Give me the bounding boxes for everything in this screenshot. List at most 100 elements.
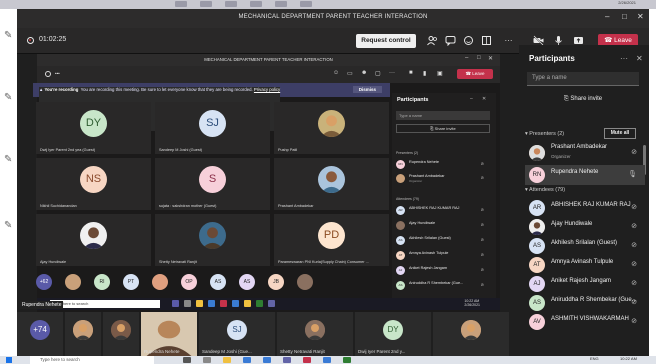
video-tile[interactable]: Shetty Netravati Ranjit [277, 312, 353, 356]
mic-icon: ⊘ [480, 267, 484, 272]
maximize-icon[interactable]: □ [622, 12, 627, 21]
teams-icon [268, 300, 275, 307]
video-tile[interactable]: SJ Sandeep M Joshi (Guest) [155, 102, 270, 154]
attendee-row[interactable]: AJ Aniket Rajesh Jangam ⊘ [525, 274, 645, 294]
attendee-row[interactable]: Ajay Hundiwale ⊘ [525, 217, 645, 237]
presenters-heading[interactable]: ▾ Presenters (2) [525, 131, 564, 137]
more-options-icon[interactable]: ··· [620, 54, 628, 63]
participant-row: AT Amnya Avinash Tulpule ⊘ [396, 250, 492, 262]
mic-icon: ⊘ [480, 207, 484, 212]
video-tile[interactable] [433, 312, 509, 356]
attendee-row[interactable]: AS Akhilesh Srilalan (Guest) ⊘ [525, 236, 645, 256]
mic-off-icon[interactable]: ⊘ [631, 279, 637, 287]
pen-icon: ✎ [4, 220, 13, 231]
pen-icon: ✎ [4, 92, 13, 103]
shared-date: 2/26/2021 [464, 303, 480, 307]
teams-icon[interactable] [283, 357, 291, 363]
attendee-row[interactable]: AV ASHMITH VISHWAKARMAH ⊘ [525, 312, 645, 332]
mic-off-icon[interactable]: ⊘ [631, 317, 637, 325]
participant-row: AJ Aniket Rajesh Jangam ⊘ [396, 265, 492, 277]
reactions-icon[interactable] [463, 35, 474, 46]
mic-off-icon[interactable]: ⊘ [631, 203, 637, 211]
video-tile[interactable]: DY Dwij Iyer Parent 2nd y... [355, 312, 431, 356]
participant-row: AR ABHISHEK RAJ KUMAR RAJ ⊘ [396, 205, 492, 217]
participant-avatar [396, 221, 405, 230]
video-tile[interactable]: SJ Sandeep M Joshi (Gue... [199, 312, 275, 356]
mic-off-icon[interactable]: ⊘ [631, 260, 637, 268]
app-icon[interactable] [343, 357, 351, 363]
video-tile[interactable]: Pushp Patil [274, 102, 389, 154]
rooms-icon[interactable] [481, 35, 492, 46]
mic-off-icon[interactable]: ⊘ [631, 148, 637, 156]
participant-name: Amnya Avinash Tulpule [409, 251, 449, 255]
taskbar-search-input[interactable]: Type here to search [30, 356, 154, 364]
request-control-button[interactable]: Request control [356, 34, 416, 48]
attendee-row[interactable]: AT Amnya Avinash Tulpule ⊘ [525, 255, 645, 275]
language-indicator[interactable]: ENG [590, 356, 599, 361]
minimize-icon[interactable]: – [605, 12, 609, 21]
app-icon[interactable] [323, 357, 331, 363]
video-tile[interactable]: Ssujata : sakshdran mother (Guest) [155, 158, 270, 210]
recording-icon [45, 71, 51, 77]
maximize-icon: □ [477, 55, 481, 61]
presenter-row[interactable]: Prashant Ambadekar Organizer ⊘ [525, 143, 645, 163]
windows-start-icon[interactable] [6, 357, 12, 363]
video-tile[interactable]: Ajay Hundiwale [36, 214, 151, 266]
mic-icon: ⊘ [480, 237, 484, 242]
participant-row: Ajay Hundiwale ⊘ [396, 220, 492, 232]
participant-name: Shetty Netravati Ranjit [159, 260, 197, 264]
close-icon[interactable]: ✕ [636, 54, 643, 63]
video-tile[interactable] [103, 312, 139, 356]
participant-search-input[interactable]: Type a name [527, 72, 639, 86]
video-tile[interactable]: DY Dwij Iyer Parent 2nd yea (Guest) [36, 102, 151, 154]
participant-avatar: NS [80, 166, 107, 193]
presenter-row[interactable]: RN Rupendra Nehete 🎙 [525, 165, 645, 185]
participant-name: Aniruddha R Shembekar (Gue... [409, 281, 464, 285]
attendee-row[interactable]: AR ABHISHEK RAJ KUMAR RAJ ⊘ [525, 198, 645, 218]
microphone-icon[interactable]: 🎙 [628, 170, 637, 178]
mic-off-icon[interactable]: ⊘ [631, 222, 637, 230]
pen-icon: ✎ [4, 154, 13, 165]
participant-photo [199, 222, 226, 249]
app-icon[interactable] [243, 357, 251, 363]
participant-photo [80, 222, 107, 249]
minimize-icon: – [465, 55, 469, 61]
chat-icon[interactable] [445, 35, 456, 46]
app-icon[interactable] [203, 357, 211, 363]
app-icon[interactable] [303, 357, 311, 363]
video-tile[interactable]: Shetty Netravati Ranjit [155, 214, 270, 266]
video-tile[interactable]: PD Parameswaran PNI Kurla(Supply Chain) C… [274, 214, 389, 266]
app-icon [208, 300, 215, 307]
app-icon [184, 300, 191, 307]
video-tile[interactable] [65, 312, 101, 356]
mic-off-icon[interactable]: ⊘ [631, 298, 637, 306]
taskbar-clock[interactable]: 10:22 AM [620, 356, 637, 361]
strip-avatar: +62 [36, 274, 52, 290]
video-tile[interactable]: NS Nikhil Suchidanandan [36, 158, 151, 210]
shared-taskbar: Type here to search 10:22 AM 2/26/2021 [37, 298, 500, 310]
video-tile[interactable]: +74 [17, 312, 63, 356]
mic-off-icon[interactable]: ⊘ [631, 241, 637, 249]
share-invite-button[interactable]: ⎘ Share invite [527, 92, 639, 106]
participant-row: AS Akhilesh Srilalan (Guest) ⊘ [396, 235, 492, 247]
close-icon[interactable]: ✕ [637, 12, 644, 21]
app-icon[interactable] [263, 357, 271, 363]
participant-name: ASHMITH VISHWAKARMAH [551, 316, 629, 322]
video-tile[interactable]: Prashant Ambadekar [274, 158, 389, 210]
more-options-icon[interactable]: ··· [503, 35, 514, 46]
participant-photo [318, 166, 345, 193]
mute-all-button[interactable]: Mute all [604, 128, 636, 139]
task-view-icon[interactable] [183, 357, 191, 363]
video-tile[interactable]: Rupendra Nehete [141, 312, 197, 356]
strip-avatar: JB [268, 274, 284, 290]
attendee-row[interactable]: AS Aniruddha R Shembekar (Gue... ⊘ [525, 293, 645, 313]
attendees-heading[interactable]: ▾ Attendees (79) [525, 187, 565, 193]
participant-name: Akhilesh Srilalan (Guest) [409, 236, 451, 240]
shared-clock: 10:22 AM 2/26/2021 [464, 299, 480, 307]
participant-avatar [111, 320, 131, 340]
shared-taskbar-search: Type here to search [50, 300, 160, 308]
folder-icon[interactable] [223, 357, 231, 363]
app-icon [244, 300, 251, 307]
privacy-policy-link: Privacy policy [253, 87, 281, 92]
participants-icon[interactable] [427, 35, 438, 46]
